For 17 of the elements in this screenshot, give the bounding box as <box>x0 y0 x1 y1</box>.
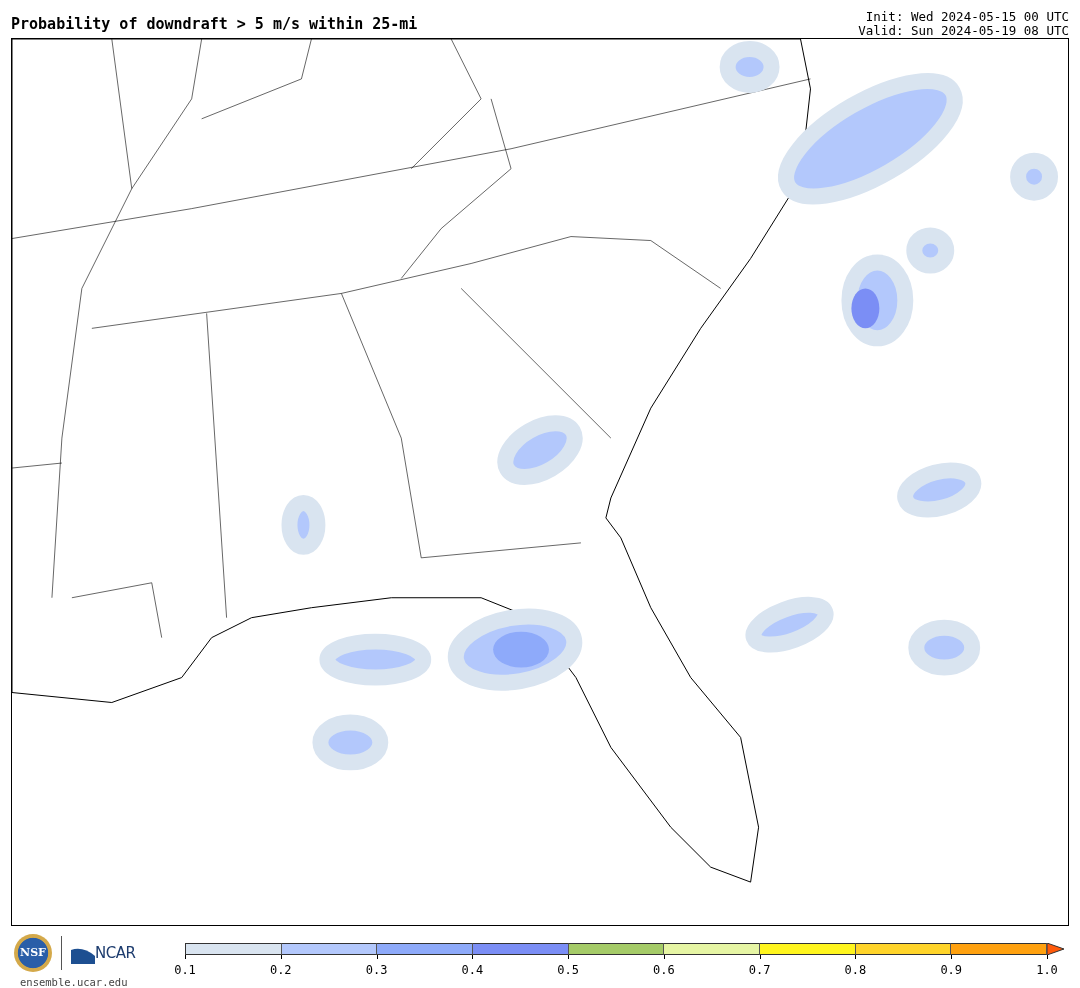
tick-label: 1.0 <box>1036 962 1058 979</box>
tick-label: 0.3 <box>365 962 388 979</box>
tick-label: 0.4 <box>461 962 484 979</box>
site-url: ensemble.ucar.edu <box>19 975 129 988</box>
tick-label: 0.9 <box>940 962 963 979</box>
valid-time: Valid: Sun 2024-05-19 08 UTC <box>858 24 1069 38</box>
ncar-logo: NCAR <box>95 942 136 964</box>
nsf-logo: NSF <box>14 934 52 972</box>
tick-label: 0.8 <box>844 962 867 979</box>
tick-label: 0.7 <box>748 962 771 979</box>
swoosh-icon <box>71 946 95 965</box>
tick-label: 0.2 <box>269 962 292 979</box>
tick-label: 0.5 <box>557 962 579 979</box>
tick-label: 0.6 <box>653 962 675 979</box>
tick-label: 0.1 <box>174 962 196 979</box>
chart-title: Probability of downdraft > 5 m/s within 25-mi <box>11 17 418 35</box>
init-time: Init: Wed 2024-05-15 00 UTC <box>864 10 1069 24</box>
